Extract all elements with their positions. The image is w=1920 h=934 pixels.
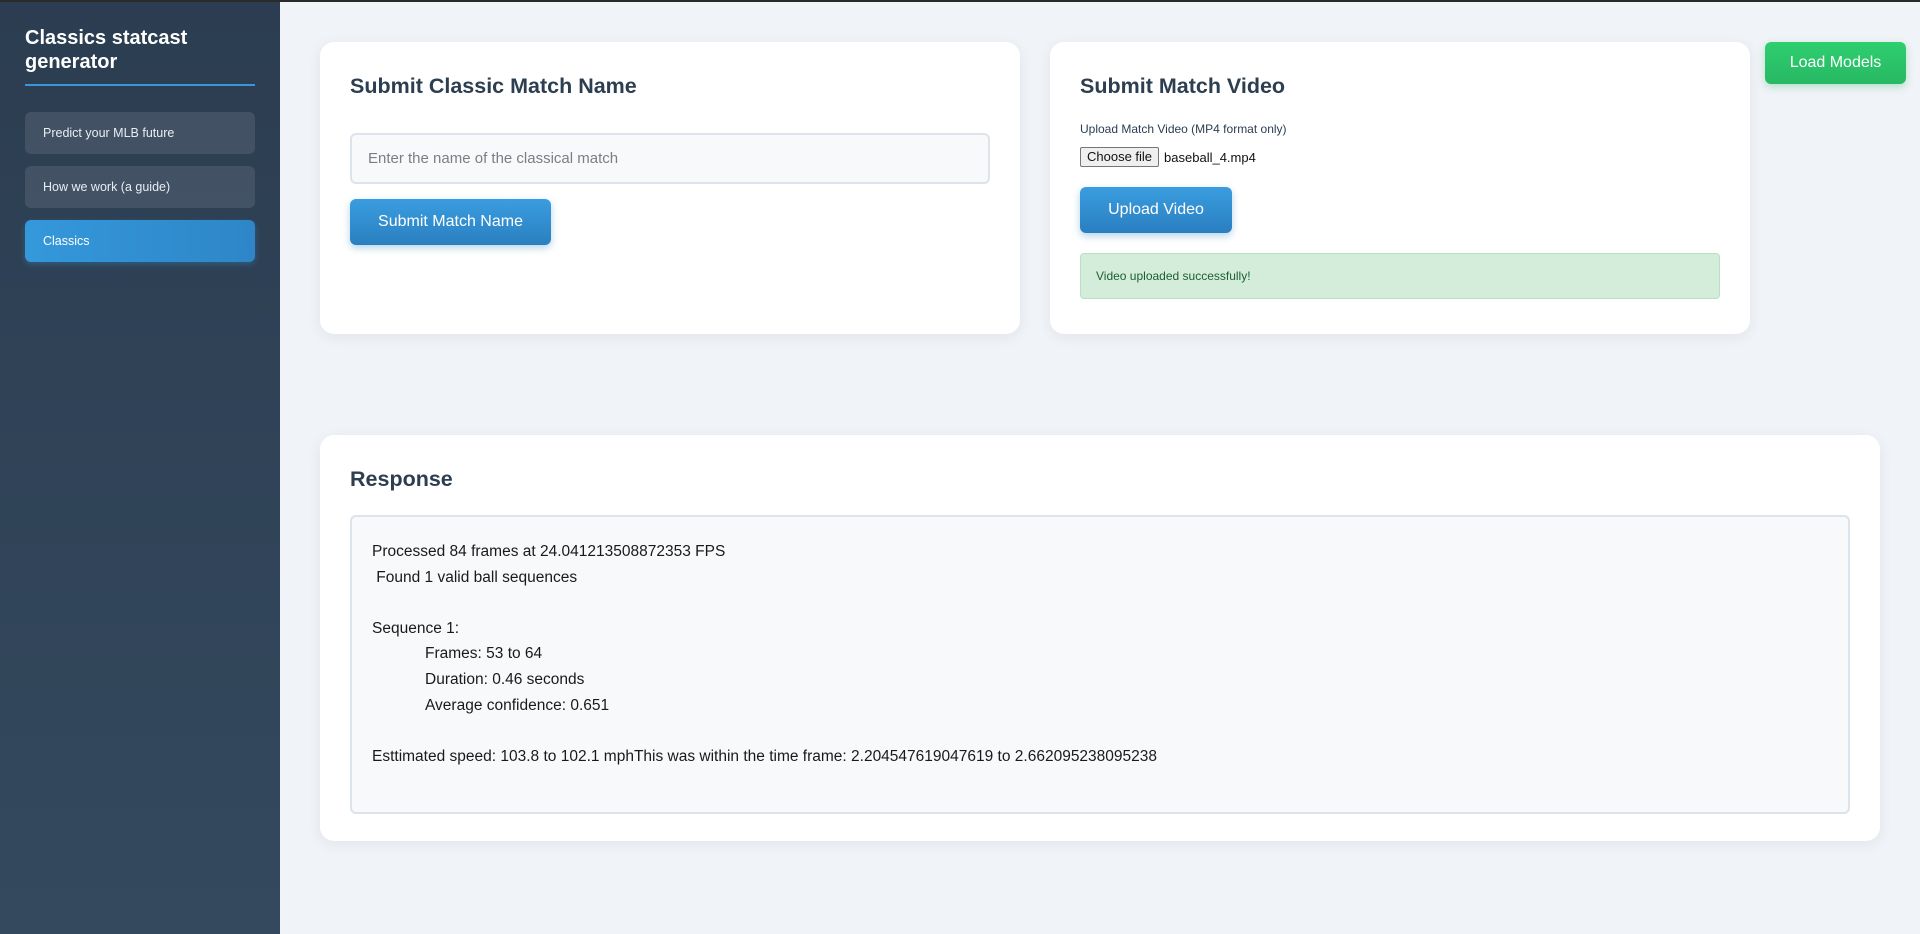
upload-video-label: Upload Match Video (MP4 format only): [1080, 122, 1287, 136]
response-blank-line: [372, 718, 1828, 744]
match-video-card: Submit Match Video Upload Match Video (M…: [1050, 42, 1750, 334]
response-sequence-line: Sequence 1:: [372, 619, 460, 637]
match-name-card: Submit Classic Match Name Submit Match N…: [320, 42, 1020, 334]
response-output: Processed 84 frames at 24.04121350887235…: [350, 515, 1850, 814]
sidebar-item-classics[interactable]: Classics: [25, 220, 255, 262]
sidebar: Classics statcast generator Predict your…: [0, 0, 280, 934]
upload-video-button[interactable]: Upload Video: [1080, 187, 1232, 233]
response-processed-line: Processed 84 frames at 24.04121350887235…: [372, 543, 726, 560]
response-duration-line: Duration: 0.46 seconds: [425, 670, 585, 688]
response-found-line: Found 1 valid ball sequences: [372, 568, 578, 586]
submit-match-name-button[interactable]: Submit Match Name: [350, 199, 551, 245]
match-name-card-title: Submit Classic Match Name: [350, 74, 637, 98]
selected-file-name: baseball_4.mp4: [1164, 149, 1256, 165]
app-title: Classics statcast generator: [25, 26, 255, 86]
response-card: Response Processed 84 frames at 24.04121…: [320, 435, 1880, 841]
match-name-input[interactable]: [350, 133, 990, 184]
upload-success-message: Video uploaded successfully!: [1080, 253, 1720, 299]
response-speed-line: Esttimated speed: 103.8 to 102.1 mphThis…: [372, 747, 1158, 765]
load-models-button[interactable]: Load Models: [1765, 42, 1906, 84]
choose-file-button[interactable]: Choose file: [1080, 147, 1160, 167]
window-top-border: [0, 0, 1920, 2]
sidebar-item-how-we-work[interactable]: How we work (a guide): [25, 166, 255, 208]
file-input: Choose file baseball_4.mp4: [1080, 147, 1720, 167]
response-frames-line: Frames: 53 to 64: [425, 645, 543, 663]
response-title: Response: [350, 467, 453, 491]
response-confidence-line: Average confidence: 0.651: [425, 696, 610, 714]
match-video-card-title: Submit Match Video: [1080, 74, 1286, 98]
sidebar-item-predict-mlb-future[interactable]: Predict your MLB future: [25, 112, 255, 154]
response-blank-line: [372, 590, 1828, 616]
